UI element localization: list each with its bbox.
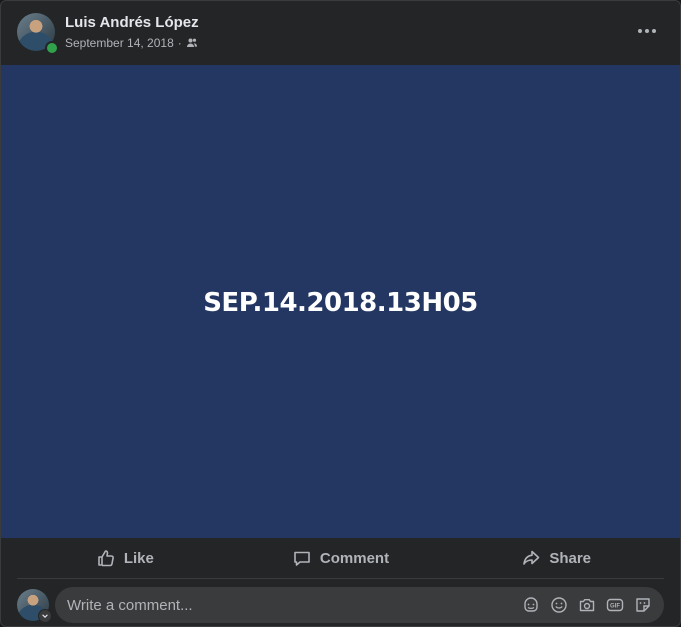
- comment-icon: [294, 551, 310, 566]
- thumbs-up-icon: [98, 550, 114, 567]
- like-button[interactable]: Like: [17, 538, 233, 578]
- more-dot: [645, 29, 649, 33]
- post-meta: September 14, 2018 ·: [65, 36, 198, 50]
- comment-composer: GIF: [1, 585, 680, 625]
- comment-button[interactable]: Comment: [233, 538, 449, 578]
- sticker-icon[interactable]: [634, 596, 652, 614]
- share-button[interactable]: Share: [448, 538, 664, 578]
- chevron-down-icon[interactable]: [38, 609, 52, 623]
- avatar-sticker-icon[interactable]: [522, 596, 540, 614]
- comment-label: Comment: [319, 549, 390, 567]
- svg-text:GIF: GIF: [610, 604, 620, 610]
- meta-separator: ·: [177, 36, 182, 50]
- share-icon: [523, 550, 540, 565]
- post-content[interactable]: SEP.14.2018.13H05: [1, 65, 680, 538]
- comment-tools: GIF: [522, 596, 664, 614]
- post-header: Luis Andrés López September 14, 2018 ·: [1, 1, 680, 65]
- more-dot: [652, 29, 656, 33]
- online-status-indicator: [45, 41, 59, 55]
- like-label: Like: [123, 549, 154, 567]
- author-name[interactable]: Luis Andrés López: [65, 14, 199, 31]
- post-date[interactable]: September 14, 2018: [65, 36, 174, 50]
- more-options-button[interactable]: [631, 19, 663, 43]
- camera-icon[interactable]: [578, 596, 596, 614]
- comment-input[interactable]: [55, 586, 522, 624]
- emoji-icon[interactable]: [550, 596, 568, 614]
- post-text: SEP.14.2018.13H05: [203, 287, 478, 318]
- friends-icon[interactable]: [186, 37, 198, 49]
- more-horizontal-icon: [638, 29, 642, 33]
- comment-box: GIF: [55, 586, 664, 624]
- gif-icon[interactable]: GIF: [606, 596, 624, 614]
- post-card: Luis Andrés López September 14, 2018 · S…: [0, 0, 681, 627]
- share-label: Share: [549, 549, 592, 567]
- post-actions: Like Comment Share: [17, 538, 664, 579]
